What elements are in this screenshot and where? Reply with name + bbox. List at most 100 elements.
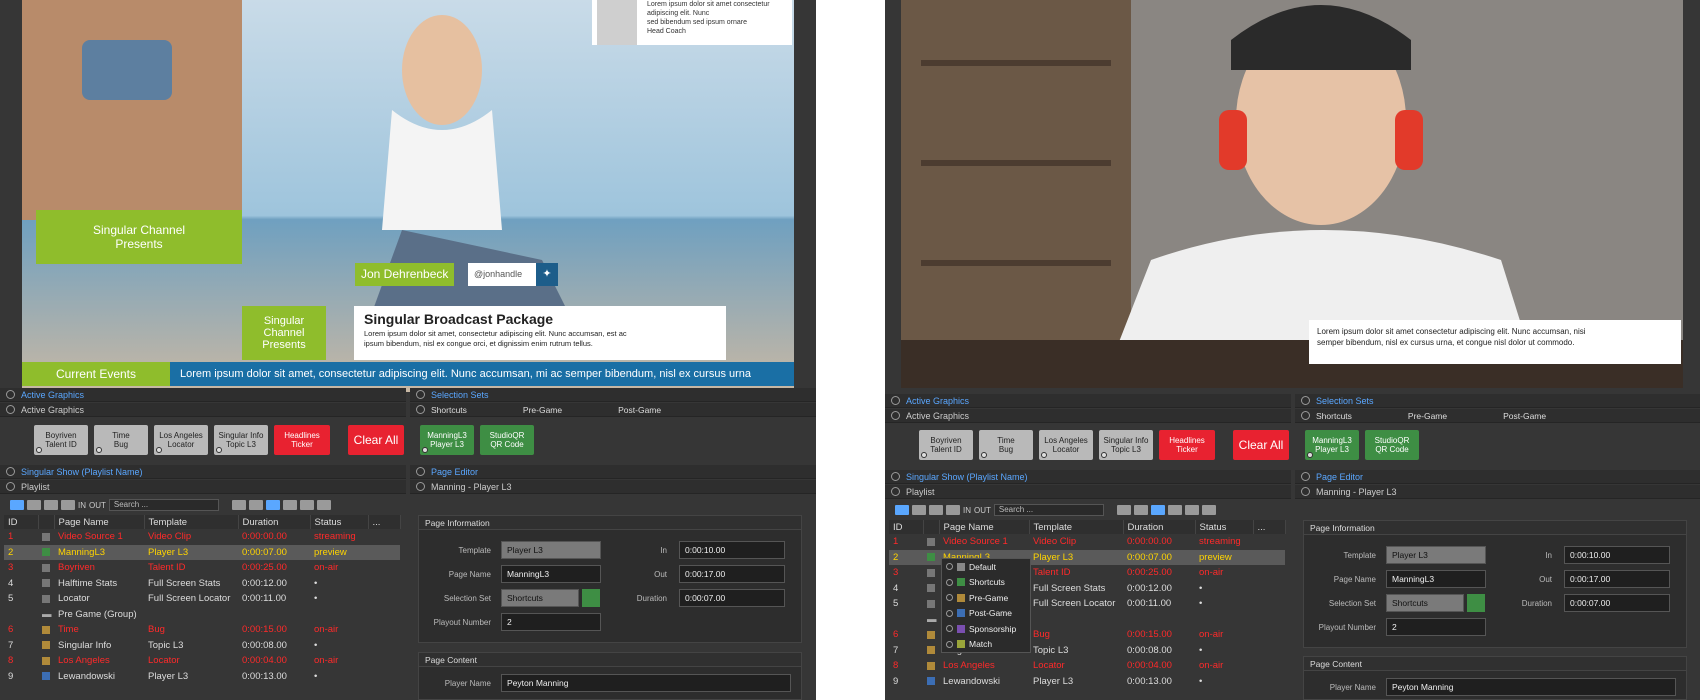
- color-swatch-icon[interactable]: [927, 553, 935, 562]
- radio-icon[interactable]: [946, 578, 953, 586]
- gear-icon[interactable]: [891, 411, 900, 420]
- radio-icon[interactable]: [946, 640, 953, 648]
- player-name-input[interactable]: Peyton Manning: [1386, 678, 1676, 696]
- table-row[interactable]: 1 Video Source 1 Video Clip 0:00:00.00 strea…: [4, 529, 400, 545]
- gear-icon[interactable]: [6, 405, 15, 414]
- grid-view-icon[interactable]: [912, 505, 926, 515]
- color-swatch-icon[interactable]: [42, 548, 50, 557]
- gear-icon[interactable]: [1301, 396, 1310, 405]
- table-row[interactable]: 8 Los Angeles Locator 0:00:04.00 on-air: [889, 658, 1285, 674]
- tab-playlist[interactable]: Singular Show (Playlist Name): [906, 472, 1028, 482]
- menu-item[interactable]: Sponsorship: [942, 621, 1030, 637]
- tab-active-graphics[interactable]: Active Graphics: [21, 390, 84, 400]
- table-row[interactable]: 8 Los Angeles Locator 0:00:04.00 on-air: [4, 653, 400, 669]
- loop-icon[interactable]: [265, 500, 280, 510]
- duplicate-icon[interactable]: [1167, 505, 1182, 515]
- radio-icon[interactable]: [946, 625, 953, 633]
- table-row[interactable]: ▬ Pre Game (Group): [4, 607, 400, 623]
- col-page-name[interactable]: Page Name: [939, 520, 1030, 534]
- copy-icon[interactable]: [1184, 505, 1199, 515]
- set-tab-pre-game[interactable]: Pre-Game: [523, 405, 562, 415]
- playout-input[interactable]: 2: [1386, 618, 1486, 636]
- radio-icon[interactable]: [946, 609, 953, 617]
- col-id[interactable]: ID: [4, 515, 39, 529]
- in-input[interactable]: 0:00:10.00: [1564, 546, 1670, 564]
- color-swatch-icon[interactable]: [42, 656, 50, 665]
- color-swatch-icon[interactable]: [42, 563, 50, 572]
- grid-view-icon[interactable]: [27, 500, 41, 510]
- color-swatch-icon[interactable]: [42, 625, 50, 634]
- selection-set-select[interactable]: Shortcuts: [501, 589, 579, 607]
- active-button-ticker[interactable]: Headlines Ticker: [274, 425, 330, 455]
- menu-item[interactable]: Post-Game: [942, 606, 1030, 622]
- selection-set-select[interactable]: Shortcuts: [1386, 594, 1464, 612]
- color-swatch-icon[interactable]: [927, 568, 935, 577]
- tab-playlist[interactable]: Singular Show (Playlist Name): [21, 467, 143, 477]
- table-row[interactable]: 9 Lewandowski Player L3 0:00:13.00 •: [889, 674, 1285, 690]
- chart-view-icon[interactable]: [44, 500, 58, 510]
- table-row[interactable]: 3 Boyriven Talent ID 0:00:25.00 on-air: [4, 560, 400, 576]
- col-more[interactable]: ...: [368, 515, 401, 529]
- col-page-name[interactable]: Page Name: [54, 515, 145, 529]
- col-template[interactable]: Template: [1029, 520, 1124, 534]
- menu-item[interactable]: Shortcuts: [942, 575, 1030, 591]
- active-button-topic-l3[interactable]: Singular Info Topic L3: [214, 425, 268, 455]
- table-row[interactable]: 7 Singular Info Topic L3 0:00:08.00 •: [4, 638, 400, 654]
- set-tab-pre-game[interactable]: Pre-Game: [1408, 411, 1447, 421]
- stop-icon[interactable]: [248, 500, 263, 510]
- play-icon[interactable]: [231, 500, 246, 510]
- gear-icon[interactable]: [891, 487, 900, 496]
- duration-input[interactable]: 0:00:07.00: [679, 589, 785, 607]
- col-status[interactable]: Status: [310, 515, 369, 529]
- tab-active-graphics[interactable]: Active Graphics: [906, 396, 969, 406]
- color-swatch-icon[interactable]: [927, 677, 935, 686]
- page-name-input[interactable]: ManningL3: [1386, 570, 1486, 588]
- gear-icon[interactable]: [6, 482, 15, 491]
- out-input[interactable]: 0:00:17.00: [679, 565, 785, 583]
- set-tab-shortcuts[interactable]: Shortcuts: [1316, 411, 1352, 421]
- gear-icon[interactable]: [891, 472, 900, 481]
- page-name-input[interactable]: ManningL3: [501, 565, 601, 583]
- duration-input[interactable]: 0:00:07.00: [1564, 594, 1670, 612]
- list-view-icon[interactable]: [10, 500, 24, 510]
- radio-icon[interactable]: [946, 594, 953, 602]
- color-swatch-icon[interactable]: [927, 646, 935, 655]
- col-id[interactable]: ID: [889, 520, 924, 534]
- gear-icon[interactable]: [6, 467, 15, 476]
- template-select[interactable]: Player L3: [501, 541, 601, 559]
- gear-icon[interactable]: [416, 467, 425, 476]
- loop-icon[interactable]: [1150, 505, 1165, 515]
- active-button-time-bug[interactable]: Time Bug: [94, 425, 148, 455]
- tab-selection-sets[interactable]: Selection Sets: [1316, 396, 1374, 406]
- active-button-time-bug[interactable]: Time Bug: [979, 430, 1033, 460]
- active-button-ticker[interactable]: Headlines Ticker: [1159, 430, 1215, 460]
- radio-icon[interactable]: [946, 563, 953, 571]
- gear-icon[interactable]: [1301, 487, 1310, 496]
- active-button-talent-id[interactable]: Boyriven Talent ID: [919, 430, 973, 460]
- menu-item[interactable]: Match: [942, 637, 1030, 653]
- col-status[interactable]: Status: [1195, 520, 1254, 534]
- set-tab-post-game[interactable]: Post-Game: [1503, 411, 1546, 421]
- color-swatch-icon[interactable]: [927, 630, 935, 639]
- shortcut-button-studioqr[interactable]: StudioQR QR Code: [1365, 430, 1419, 460]
- active-button-topic-l3[interactable]: Singular Info Topic L3: [1099, 430, 1153, 460]
- table-row[interactable]: 5 Locator Full Screen Locator 0:00:11.00 •: [4, 591, 400, 607]
- shortcut-button-manning[interactable]: ManningL3 Player L3: [1305, 430, 1359, 460]
- out-button[interactable]: OUT: [89, 501, 106, 510]
- table-row[interactable]: 9 Lewandowski Player L3 0:00:13.00 •: [4, 669, 400, 685]
- color-swatch-icon[interactable]: [927, 661, 935, 670]
- in-button[interactable]: IN: [963, 506, 971, 515]
- template-select[interactable]: Player L3: [1386, 546, 1486, 564]
- stop-icon[interactable]: [1133, 505, 1148, 515]
- col-template[interactable]: Template: [144, 515, 239, 529]
- delete-icon[interactable]: [316, 500, 331, 510]
- selection-set-color[interactable]: [582, 589, 600, 607]
- active-button-locator[interactable]: Los Angeles Locator: [154, 425, 208, 455]
- table-row[interactable]: 1 Video Source 1 Video Clip 0:00:00.00 strea…: [889, 534, 1285, 550]
- gear-icon[interactable]: [416, 482, 425, 491]
- duplicate-icon[interactable]: [282, 500, 297, 510]
- active-button-talent-id[interactable]: Boyriven Talent ID: [34, 425, 88, 455]
- copy-icon[interactable]: [299, 500, 314, 510]
- delete-icon[interactable]: [1201, 505, 1216, 515]
- out-button[interactable]: OUT: [974, 506, 991, 515]
